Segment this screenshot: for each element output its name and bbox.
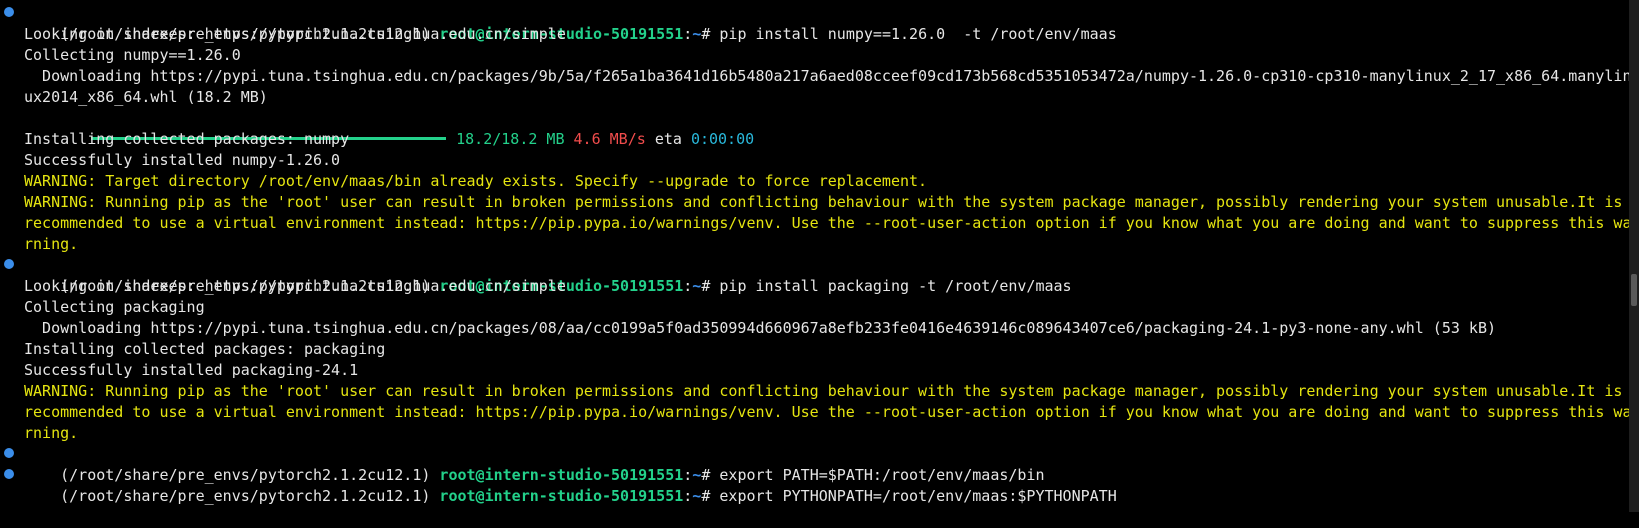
prompt-env: (/root/share/pre_envs/pytorch2.1.2cu12.1… [60, 487, 431, 505]
output-line: Installing collected packages: numpy [24, 130, 350, 148]
command-decoration-icon[interactable] [4, 7, 14, 17]
terminal-output[interactable]: (/root/share/pre_envs/pytorch2.1.2cu12.1… [0, 3, 1632, 505]
warning-line: recommended to use a virtual environment… [24, 214, 1632, 232]
prompt-line: (/root/share/pre_envs/pytorch2.1.2cu12.1… [0, 3, 1628, 43]
output-line: Successfully installed numpy-1.26.0 [24, 151, 341, 169]
warning-line: WARNING: Running pip as the 'root' user … [24, 382, 1623, 400]
prompt-line: (/root/share/pre_envs/pytorch2.1.2cu12.1… [0, 255, 1628, 295]
output-line: ux2014_x86_64.whl (18.2 MB) [24, 88, 268, 106]
warning-line: rning. [24, 235, 79, 253]
warning-line: WARNING: Running pip as the 'root' user … [24, 193, 1623, 211]
output-line: Successfully installed packaging-24.1 [24, 361, 359, 379]
prompt-line: (/root/share/pre_envs/pytorch2.1.2cu12.1… [0, 444, 1628, 484]
warning-line: WARNING: Target directory /root/env/maas… [24, 172, 928, 190]
prompt-user: root@intern-studio-50191551 [439, 487, 684, 505]
output-line: Installing collected packages: packaging [24, 340, 386, 358]
warning-line: recommended to use a virtual environment… [24, 403, 1632, 421]
output-line: Collecting numpy==1.26.0 [24, 46, 241, 64]
prompt-sep: : [683, 487, 693, 505]
scrollbar-thumb[interactable] [1631, 274, 1637, 306]
prompt-line: (/root/share/pre_envs/pytorch2.1.2cu12.1… [0, 465, 1628, 505]
progress-line: 18.2/18.2 MB 4.6 MB/s eta 0:00:00 [0, 108, 1628, 148]
prompt-path: ~ [692, 487, 702, 505]
output-line: Downloading https://pypi.tuna.tsinghua.e… [24, 67, 1632, 85]
command-decoration-icon[interactable] [4, 259, 14, 269]
prompt-symbol: # [701, 487, 711, 505]
vertical-scrollbar[interactable] [1629, 0, 1639, 512]
command-decoration-icon[interactable] [4, 448, 14, 458]
output-line: Collecting packaging [24, 298, 205, 316]
output-line: Looking in indexes: https://pypi.tuna.ts… [24, 25, 566, 43]
warning-line: rning. [24, 424, 79, 442]
output-line: Downloading https://pypi.tuna.tsinghua.e… [24, 319, 1497, 337]
command-text: export PYTHONPATH=/root/env/maas:$PYTHON… [719, 487, 1117, 505]
command-decoration-icon[interactable] [4, 469, 14, 479]
output-line: Looking in indexes: https://pypi.tuna.ts… [24, 277, 566, 295]
